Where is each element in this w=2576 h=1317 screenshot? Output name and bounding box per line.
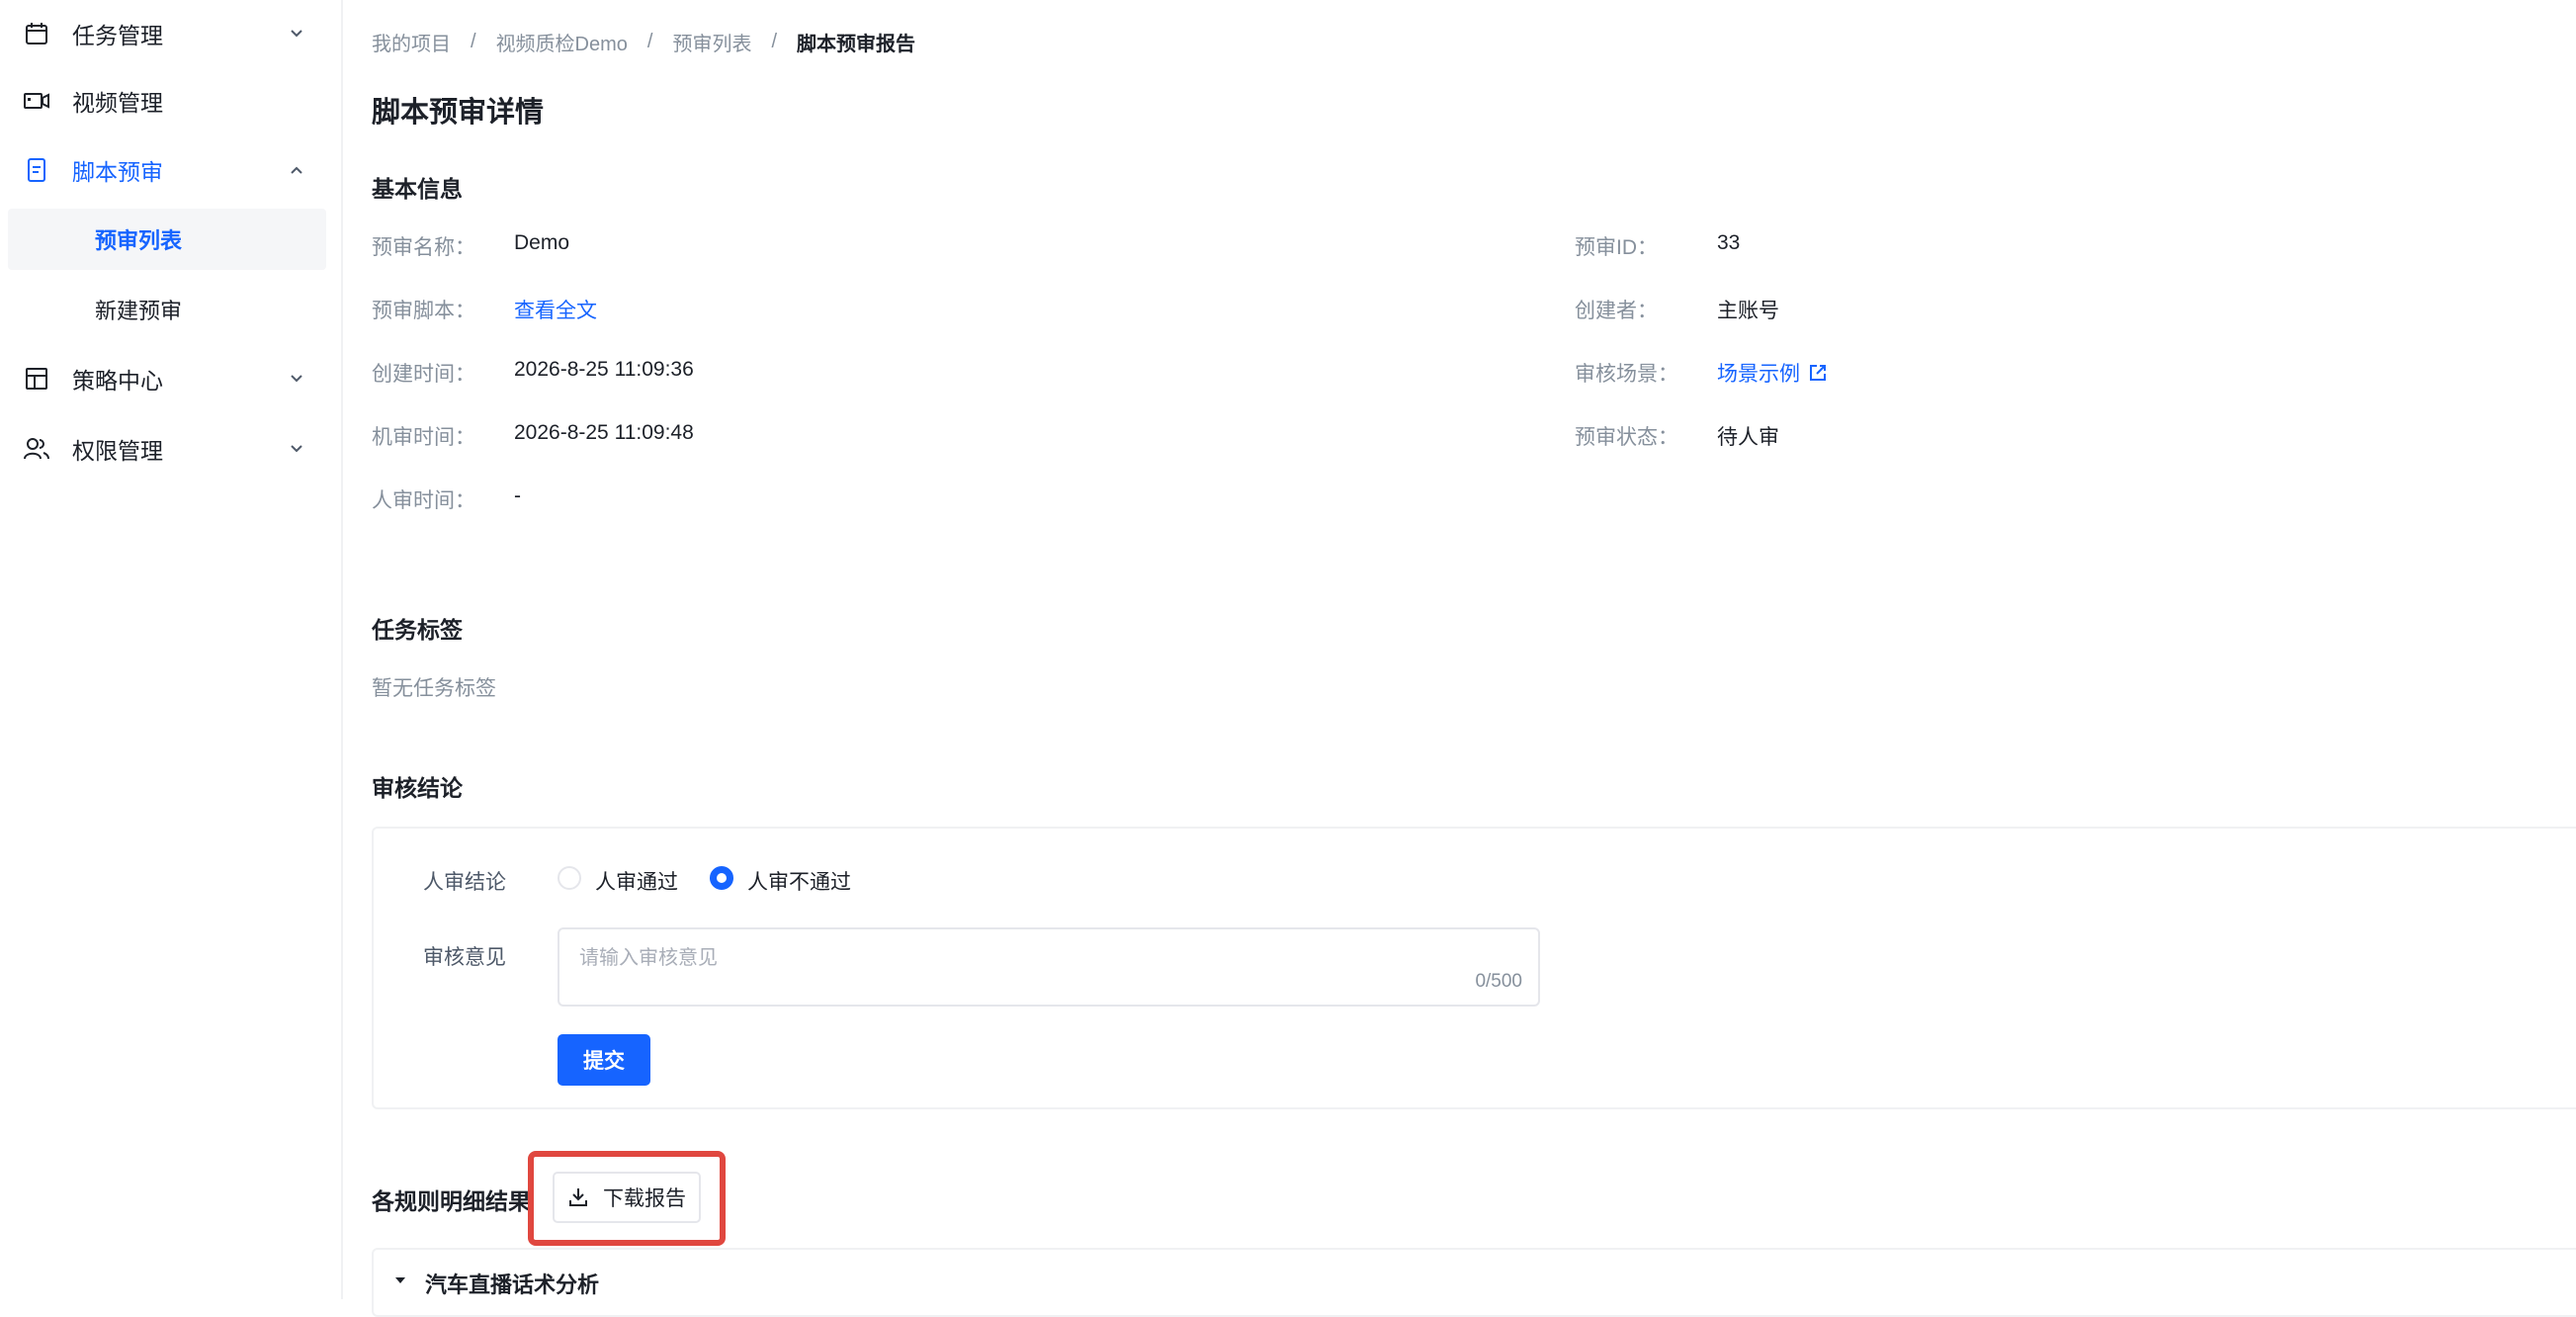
scene-example-text: 场景示例: [1717, 363, 1800, 386]
empty-tags-text: 暂无任务标签: [372, 677, 496, 700]
review-name-value: Demo: [514, 231, 570, 254]
machine-review-time-value: 2026-8-25 11:09:48: [514, 421, 694, 444]
nav-label: 视频管理: [72, 90, 163, 116]
chevron-up-icon: [287, 160, 306, 180]
breadcrumb-separator: /: [771, 31, 778, 52]
scene-example-link[interactable]: 场景示例: [1717, 358, 1828, 388]
nav-item-permission-management[interactable]: 权限管理: [0, 415, 326, 483]
radio-circle: [558, 866, 581, 890]
rule-panel-header[interactable]: 汽车直播话术分析: [372, 1248, 2576, 1317]
nav-item-task-management[interactable]: 任务管理: [0, 0, 326, 67]
field-label: 预审名称：: [372, 236, 475, 259]
section-title-rules-detail: 各规则明细结果: [372, 1188, 531, 1214]
breadcrumb-current: 脚本预审报告: [797, 34, 916, 55]
breadcrumb-item[interactable]: 视频质检Demo: [496, 28, 628, 56]
breadcrumb-separator: /: [471, 31, 476, 52]
breadcrumb-item[interactable]: 预审列表: [672, 28, 751, 56]
conclusion-label: 人审结论: [423, 871, 506, 894]
field-label: 预审脚本：: [372, 300, 475, 322]
caret-down-icon: [393, 1273, 407, 1292]
section-title-basic-info: 基本信息: [372, 176, 463, 202]
field-label: 审核场景：: [1575, 363, 1678, 386]
field-label: 机审时间：: [372, 426, 475, 449]
external-link-icon: [1808, 363, 1828, 383]
nav-item-video-management[interactable]: 视频管理: [0, 67, 326, 134]
field-label: 创建时间：: [372, 363, 475, 386]
opinion-placeholder: 请输入审核意见: [579, 947, 718, 969]
page-title: 脚本预审详情: [372, 97, 545, 129]
sidebar: 任务管理 视频管理 脚本预审 预审列表 新建预审 策略中心 权限管理: [0, 0, 343, 1299]
radio-fail-label: 人审不通过: [747, 871, 851, 894]
nav-label: 脚本预审: [72, 159, 163, 185]
opinion-char-count: 0/500: [1475, 971, 1522, 992]
download-report-button[interactable]: 下载报告: [553, 1172, 701, 1223]
human-review-time-value: -: [514, 484, 521, 507]
opinion-textarea[interactable]: 请输入审核意见 0/500: [558, 927, 1540, 1007]
review-form: 人审结论 人审通过 人审不通过 审核意见 请输入审核意见 0/500 提交: [372, 827, 2576, 1109]
video-camera-icon: [22, 86, 51, 116]
chevron-down-icon: [287, 439, 306, 459]
field-label: 人审时间：: [372, 489, 475, 512]
chevron-down-icon: [287, 24, 306, 44]
download-icon: [567, 1186, 589, 1208]
main-content: 我的项目 / 视频质检Demo / 预审列表 / 脚本预审报告 脚本预审详情 基…: [372, 0, 2576, 1317]
radio-pass-label: 人审通过: [595, 871, 678, 894]
nav-label: 策略中心: [72, 368, 163, 394]
layout-icon: [22, 364, 51, 394]
opinion-label: 审核意见: [423, 946, 506, 969]
radio-fail[interactable]: 人审不通过: [710, 862, 868, 896]
nav-label: 预审列表: [95, 228, 183, 253]
radio-circle-checked: [710, 866, 733, 890]
nav-item-script-review[interactable]: 脚本预审: [0, 136, 326, 204]
section-title-task-tags: 任务标签: [372, 617, 463, 643]
nav-label: 权限管理: [72, 438, 163, 464]
submit-button[interactable]: 提交: [558, 1034, 650, 1086]
nav-label: 任务管理: [72, 23, 163, 48]
review-status-value: 待人审: [1717, 426, 1779, 449]
view-full-text-link[interactable]: 查看全文: [514, 295, 597, 324]
field-label: 预审状态：: [1575, 426, 1678, 449]
sidebar-item-new-review[interactable]: 新建预审: [0, 279, 326, 340]
document-icon: [22, 155, 51, 185]
field-label: 预审ID：: [1575, 236, 1658, 259]
rule-panel-title: 汽车直播话术分析: [425, 1273, 600, 1297]
review-id-value: 33: [1717, 231, 1741, 254]
created-time-value: 2026-8-25 11:09:36: [514, 358, 694, 381]
calendar-icon: [22, 19, 51, 48]
download-report-label: 下载报告: [603, 1187, 686, 1210]
section-title-review-conclusion: 审核结论: [372, 775, 463, 801]
breadcrumb: 我的项目 / 视频质检Demo / 预审列表 / 脚本预审报告: [372, 28, 915, 56]
breadcrumb-separator: /: [646, 31, 653, 52]
chevron-down-icon: [287, 369, 306, 389]
sidebar-item-review-list[interactable]: 预审列表: [8, 209, 326, 270]
users-icon: [22, 434, 51, 464]
nav-label: 新建预审: [95, 299, 183, 323]
creator-value: 主账号: [1717, 300, 1779, 322]
field-label: 创建者：: [1575, 300, 1658, 322]
radio-pass[interactable]: 人审通过: [558, 862, 696, 896]
nav-item-strategy-center[interactable]: 策略中心: [0, 345, 326, 412]
breadcrumb-item[interactable]: 我的项目: [372, 28, 451, 56]
